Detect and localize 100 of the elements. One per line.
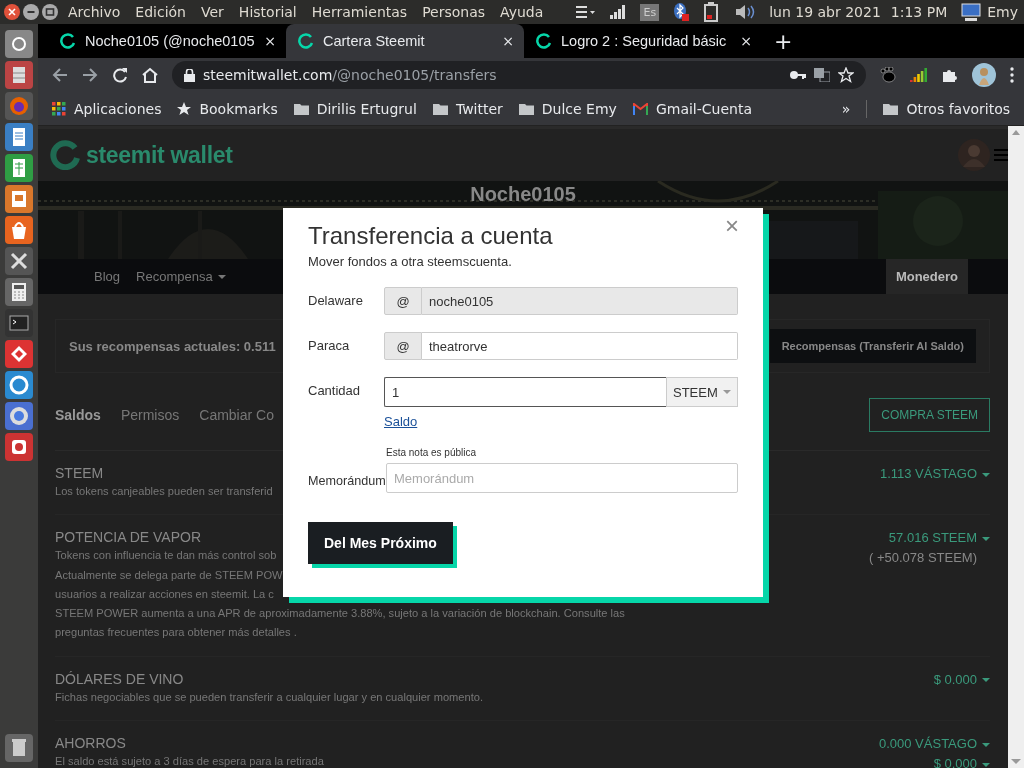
field-label: Memorándum [308,473,386,490]
bookmark-item[interactable]: Twitter [432,100,503,117]
reload-icon[interactable] [112,67,128,83]
at-prefix: @ [384,287,422,315]
balance-title: DÓLARES DE VINO [55,669,184,688]
close-icon[interactable] [4,4,20,20]
nav-tab[interactable]: Recompensa [128,259,234,294]
wallet-tab[interactable]: Permisos [120,407,180,423]
computer-icon[interactable] [961,3,982,21]
menu-item[interactable]: Personas [422,4,486,20]
balance-value[interactable]: 1.113 VÁSTAGO [879,466,977,481]
dialog-subtitle: Mover fondos a otra steemscuenta. [308,254,513,269]
folder-icon [293,102,309,115]
menu-item[interactable]: Herramientas [311,4,408,20]
field-label: Cantidad [308,382,362,400]
app-icon[interactable] [4,432,34,462]
menu-item[interactable]: Archivo [68,4,121,20]
balance-value[interactable]: $ 0.000 [933,671,977,687]
shopping-bag-icon[interactable] [4,215,34,245]
at-prefix: @ [384,332,422,360]
ring-icon [536,33,552,49]
bookmark-item[interactable]: Aplicaciones [52,100,162,117]
tab-title: Noche0105 (@noche0105 [85,33,256,49]
balance-description: Actualmente se delega parte de STEEM POW [55,567,283,583]
balance-description: Fichas negociables que se pueden transferir a cualquier lugar y en cualquier momento. [55,689,483,705]
logo-text[interactable]: steemit wallet [86,141,233,169]
home-icon[interactable] [142,67,158,83]
more-bookmarks-button[interactable]: » [841,100,851,117]
close-icon[interactable]: × [502,33,514,49]
folder-icon [883,102,899,115]
url-text: steemitwallet.com/@noche0105/transfers [203,67,497,83]
close-icon[interactable]: × [725,214,739,238]
new-tab-button[interactable]: + [774,29,793,54]
folder-icon [432,102,448,115]
caret-icon [722,390,731,394]
browser-tab[interactable]: Logro 2 : Seguridad básic × [524,24,762,58]
close-icon[interactable]: × [740,33,752,49]
user-name[interactable]: Emy [987,4,1018,20]
key-icon[interactable] [790,70,806,80]
balance-value[interactable]: 0.000 VÁSTAGO [878,736,977,752]
signal-icon[interactable] [610,5,627,19]
bookmark-item[interactable]: Gmail-Cuenta [632,100,752,117]
star-icon[interactable] [838,67,854,83]
time-text[interactable]: 1:13 PM [890,4,948,20]
back-icon[interactable] [52,67,68,83]
spreadsheet-icon[interactable] [4,153,34,183]
balance-value[interactable]: 57.016 STEEM [888,530,977,546]
level-meter-icon[interactable] [910,68,928,82]
nav-tab[interactable]: Blog [86,259,129,294]
folder-icon [518,102,534,115]
document-icon[interactable] [4,122,34,152]
balance-description: STEEM POWER aumenta a una APR de aproximadamente 3.88%, sujeto a la variación de blockchain. Consulte las [55,606,625,622]
logo-icon [50,140,80,170]
buy-steem-button[interactable]: COMPRA STEEM [869,398,990,432]
tools-icon[interactable] [4,246,34,276]
maximize-icon[interactable] [42,4,58,20]
address-bar[interactable]: steemitwallet.com/@noche0105/transfers [172,61,866,89]
speaker-icon[interactable] [735,4,756,20]
calculator-icon[interactable] [4,277,34,307]
close-icon[interactable]: × [264,33,276,49]
tab-title: Cartera Steemit [323,33,426,49]
claim-rewards-button[interactable]: Recompensas (Transferir Al Saldo) [769,329,976,363]
memo-field[interactable]: Memorándum [386,463,738,493]
cabinet-icon[interactable] [4,60,34,90]
input-field[interactable]: theatrorve [422,332,738,360]
paw-icon[interactable] [880,67,896,83]
balance-description: usuarios a realizar acciones en steemit. La c [55,586,274,602]
menu-item[interactable]: Ver [201,4,224,20]
browser-tab[interactable]: Cartera Steemit × [286,24,524,58]
nav-tab[interactable]: Monedero [885,259,968,294]
menu-lines-icon[interactable] [576,6,597,18]
wallet-tab[interactable]: Cambiar Co [199,407,274,423]
ring-icon [60,33,76,49]
field-label: Delaware [308,292,364,310]
balance-description: Los tokens canjeables pueden ser transferid [55,484,273,499]
balance-link[interactable]: Saldo [384,414,418,429]
balance-value: ( +50.078 STEEM) [868,550,977,566]
trash-icon[interactable] [4,733,34,763]
avatar-icon[interactable] [972,63,996,87]
wallet-tab[interactable]: Saldos [55,407,101,423]
forward-icon[interactable] [82,67,98,83]
bookmark-item[interactable]: Otros favoritos [883,100,1024,117]
browser-tab[interactable]: Noche0105 (@noche0105 × [48,24,286,58]
date-text[interactable]: lun 19 abr 2021 [769,4,881,20]
presentation-icon[interactable] [4,184,34,214]
bookmark-item[interactable]: Bookmarks [177,100,278,117]
balance-title: AHORROS [55,734,126,753]
currency-select[interactable]: STEEM [666,377,738,407]
menu-item[interactable]: Edición [135,4,186,20]
input-field[interactable]: 1 [384,377,666,407]
bluetooth-icon[interactable] [673,3,690,21]
menu-item[interactable]: Ayuda [500,4,544,20]
bookmark-item[interactable]: Dirilis Ertugrul [293,100,417,117]
more-icon[interactable] [1010,67,1014,83]
menu-item[interactable]: Historial [238,4,297,20]
translate-icon[interactable] [814,68,830,82]
minimize-icon[interactable] [23,4,39,20]
balance-description: Tokens con influencia te dan más control sob [55,548,277,564]
puzzle-icon[interactable] [942,67,958,83]
bookmark-item[interactable]: Dulce Emy [518,100,617,117]
